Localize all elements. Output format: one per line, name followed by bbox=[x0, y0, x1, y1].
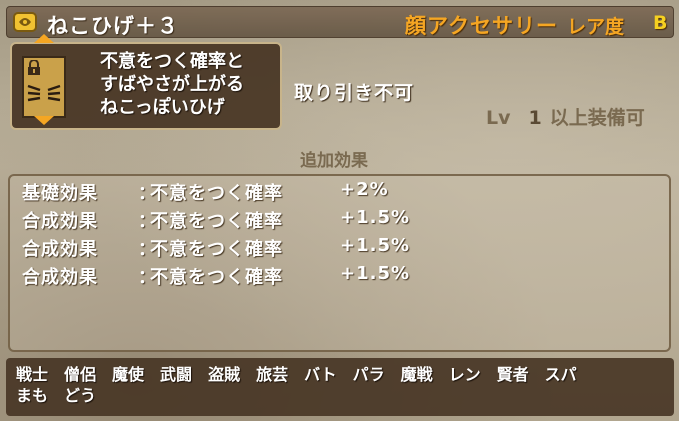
trade-status: 取り引き不可 bbox=[294, 82, 415, 104]
level-label: Lv bbox=[486, 107, 511, 129]
job-label: まも bbox=[16, 386, 49, 405]
effect-value: +1.5% bbox=[340, 207, 411, 228]
item-description: 不意をつく確率と すばやさが上がる ねこっぽいひげ bbox=[100, 50, 244, 119]
description-line: 不意をつく確率と bbox=[100, 51, 244, 72]
job-label: どう bbox=[64, 386, 97, 405]
item-description-panel: 不意をつく確率と すばやさが上がる ねこっぽいひげ bbox=[10, 34, 282, 130]
description-line: ねこっぽいひげ bbox=[100, 97, 225, 118]
effect-value: +2% bbox=[340, 179, 389, 200]
effect-row: 合成効果 ： 不意をつく確率 +1.5% bbox=[22, 207, 410, 233]
job-label: 戦士 bbox=[16, 365, 49, 384]
job-label: パラ bbox=[352, 365, 385, 384]
job-label: 僧侶 bbox=[64, 365, 97, 384]
job-label: 魔使 bbox=[112, 365, 145, 384]
effects-title: 追加効果 bbox=[300, 151, 368, 171]
level-suffix: 以上装備可 bbox=[549, 107, 645, 129]
level-requirement: Lv 1 以上装備可 bbox=[486, 103, 645, 130]
job-label: 盗賊 bbox=[208, 365, 241, 384]
job-label: 武闘 bbox=[160, 365, 193, 384]
effect-colon: ： bbox=[138, 267, 157, 288]
effect-name: 不意をつく確率 bbox=[150, 267, 283, 288]
scroll-down-arrow-icon[interactable] bbox=[34, 116, 54, 125]
level-value: 1 bbox=[528, 107, 542, 129]
effect-row: 基礎効果 ： 不意をつく確率 +2% bbox=[22, 179, 389, 205]
item-name: ねこひげ＋３ bbox=[47, 14, 179, 38]
effects-panel: 基礎効果 ： 不意をつく確率 +2% 合成効果 ： 不意をつく確率 +1.5% … bbox=[8, 174, 671, 352]
item-header: ねこひげ＋３ 顔アクセサリー レア度 B bbox=[6, 6, 674, 38]
effect-row: 合成効果 ： 不意をつく確率 +1.5% bbox=[22, 263, 410, 289]
job-list: 戦士 僧侶 魔使 武闘 盗賊 旅芸 バト パラ 魔戦 レン 賢者 スパまも どう bbox=[16, 364, 676, 406]
job-label: バト bbox=[304, 365, 337, 384]
effect-row: 合成効果 ： 不意をつく確率 +1.5% bbox=[22, 235, 410, 261]
job-label: 魔戦 bbox=[400, 365, 433, 384]
job-label: 賢者 bbox=[496, 365, 529, 384]
job-label: 旅芸 bbox=[256, 365, 289, 384]
job-label: スパ bbox=[544, 365, 577, 384]
effect-type: 合成効果 bbox=[22, 267, 98, 288]
lock-icon bbox=[28, 60, 40, 75]
job-label: レン bbox=[448, 365, 481, 384]
item-bag-icon bbox=[13, 12, 37, 32]
effect-type: 合成効果 bbox=[22, 211, 98, 232]
rarity-value: B bbox=[653, 12, 668, 34]
effect-type: 合成効果 bbox=[22, 239, 98, 260]
cat-whiskers-icon bbox=[22, 56, 66, 118]
effect-name: 不意をつく確率 bbox=[150, 211, 283, 232]
effect-type: 基礎効果 bbox=[22, 183, 98, 204]
description-line: すばやさが上がる bbox=[100, 74, 244, 95]
scroll-up-arrow-icon[interactable] bbox=[34, 34, 54, 43]
equippable-jobs-panel: 戦士 僧侶 魔使 武闘 盗賊 旅芸 バト パラ 魔戦 レン 賢者 スパまも どう bbox=[6, 358, 674, 416]
effect-colon: ： bbox=[138, 239, 157, 260]
effect-colon: ： bbox=[138, 183, 157, 204]
effect-name: 不意をつく確率 bbox=[150, 239, 283, 260]
effect-value: +1.5% bbox=[340, 263, 411, 284]
item-category: 顔アクセサリー bbox=[405, 14, 558, 38]
effect-colon: ： bbox=[138, 211, 157, 232]
rarity-label: レア度 bbox=[567, 16, 625, 38]
effect-value: +1.5% bbox=[340, 235, 411, 256]
effect-name: 不意をつく確率 bbox=[150, 183, 283, 204]
